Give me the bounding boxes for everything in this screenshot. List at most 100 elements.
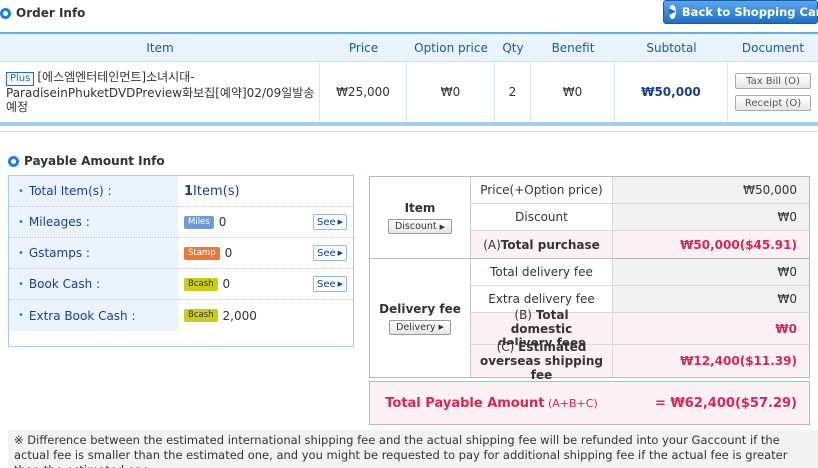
label-prefix: (A) <box>483 237 501 252</box>
label-prefix: (B) <box>514 307 536 322</box>
table-row: Plus [에스엠엔터테인먼트]소녀시대-ParadiseinPhuketDVDP… <box>0 62 818 126</box>
see-gstamps-button[interactable]: See ▶ <box>313 245 347 261</box>
plus-badge: Plus <box>6 72 35 86</box>
summary-row-overseas-shipping: (C) Estimated overseas shipping fee ₩12,… <box>471 340 809 382</box>
summary-value: ₩0 <box>613 204 809 230</box>
order-info-title-text: Order Info <box>16 6 86 20</box>
see-book-cash-button[interactable]: See ▶ <box>313 276 347 292</box>
document-cell: Tax Bill (O) Receipt (O) <box>728 62 818 122</box>
info-row-mileages: • Mileages : Miles 0 See ▶ <box>9 207 353 238</box>
summary-value: ₩0 <box>613 286 809 312</box>
info-label: Extra Book Cash : <box>28 308 136 323</box>
info-row-gstamps: • Gstamps : Stamp 0 See ▶ <box>9 238 353 269</box>
summary-value: ₩0 <box>613 259 809 285</box>
summary-value: ₩50,000 <box>613 177 809 203</box>
summary-label: (C) Estimated overseas shipping fee <box>471 340 613 382</box>
benefit-cell: ₩0 <box>531 62 615 122</box>
header-benefit: Benefit <box>551 40 595 55</box>
total-items-count: 1 <box>184 183 194 199</box>
summary-value: ₩0 <box>613 313 809 344</box>
info-label: Total Item(s) : <box>28 184 112 198</box>
receipt-button[interactable]: Receipt (O) <box>735 95 811 111</box>
payment-info-box: • Total Item(s) : 1 Item(s) • Mileages : M… <box>8 175 354 347</box>
subtotal-cell: ₩50,000 <box>615 62 728 122</box>
bullet-icon: • <box>18 278 24 290</box>
summary-row-total-purchase: (A) Total purchase ₩50,000($45.91) <box>471 231 809 258</box>
qty-cell: 2 <box>495 62 531 122</box>
delivery-button[interactable]: Delivery ▶ <box>389 319 451 335</box>
order-table: Item Price Option price Qty Benefit Subt… <box>0 32 818 126</box>
tax-bill-button[interactable]: Tax Bill (O) <box>735 73 811 89</box>
caret-right-icon: ▶ <box>337 280 344 288</box>
caret-right-icon: ▶ <box>438 323 444 331</box>
section-bullet-icon <box>8 155 19 167</box>
info-row-book-cash: • Book Cash : Bcash 0 See ▶ <box>9 269 353 300</box>
label-prefix: (C) <box>496 340 519 354</box>
info-row-extra-book-cash: • Extra Book Cash : Bcash 2,000 <box>9 300 353 331</box>
shipping-fee-note: ※ Difference between the estimated inter… <box>8 430 818 468</box>
summary-label: (A) Total purchase <box>471 231 613 258</box>
see-label: See <box>316 278 336 290</box>
mileages-value: 0 <box>218 215 227 229</box>
arrow-right-icon: ▶ <box>669 5 676 19</box>
header-qty: Qty <box>502 40 524 55</box>
summary-row-price: Price(+Option price) ₩50,000 <box>471 177 809 204</box>
see-label: See <box>316 216 336 228</box>
payment-summary: Item Discount ▶ Price(+Option price) ₩50,… <box>369 176 810 425</box>
order-info-title: Order Info <box>0 6 85 20</box>
summary-value: ₩50,000($45.91) <box>613 231 809 258</box>
bullet-icon: • <box>18 310 24 321</box>
delivery-group-label: Delivery fee <box>379 301 461 316</box>
caret-right-icon: ▶ <box>439 222 446 231</box>
delivery-button-label: Delivery <box>396 321 436 333</box>
header-subtotal: Subtotal <box>646 40 697 55</box>
section-bullet-icon <box>0 7 11 19</box>
delivery-group: Delivery fee Delivery ▶ Total delivery fe… <box>369 259 810 382</box>
stamp-badge: Stamp <box>184 246 220 260</box>
info-label: Book Cash : <box>28 277 101 291</box>
total-label-sub: (A+B+C) <box>544 396 598 410</box>
bcash-badge: Bcash <box>184 277 218 291</box>
payable-title: Payable Amount Info <box>8 154 165 168</box>
header-option-price: Option price <box>414 40 488 55</box>
price-cell: ₩25,000 <box>320 62 407 122</box>
header-price: Price <box>348 40 379 55</box>
item-name-link[interactable]: [에스엠엔터테인먼트]소녀시대-ParadiseinPhuketDVDPrevi… <box>6 70 314 114</box>
summary-value: ₩12,400($11.39) <box>613 345 809 377</box>
header-item: Item <box>146 40 174 55</box>
summary-row-discount: Discount ₩0 <box>471 204 809 231</box>
total-value: = ₩62,400($57.29) <box>655 395 797 411</box>
back-to-cart-label: Back to Shopping Cart <box>681 5 818 19</box>
extra-book-cash-value: 2,000 <box>222 308 257 323</box>
info-row-total-items: • Total Item(s) : 1 Item(s) <box>9 176 353 207</box>
item-group: Item Discount ▶ Price(+Option price) ₩50,… <box>369 176 810 259</box>
gstamps-value: 0 <box>224 246 233 260</box>
option-price-cell: ₩0 <box>407 62 495 122</box>
summary-label: Total delivery fee <box>471 259 613 285</box>
summary-label: Discount <box>471 204 613 230</box>
item-cell: Plus [에스엠엔터테인먼트]소녀시대-ParadiseinPhuketDVDP… <box>0 62 320 122</box>
back-to-cart-button[interactable]: ▶ Back to Shopping Cart <box>663 0 818 24</box>
summary-row-total-delivery: Total delivery fee ₩0 <box>471 259 809 286</box>
payable-title-text: Payable Amount Info <box>24 154 165 168</box>
miles-badge: Miles <box>184 215 214 229</box>
bcash-badge: Bcash <box>184 309 218 322</box>
discount-button-label: Discount <box>394 221 437 232</box>
bullet-icon: • <box>18 247 24 259</box>
total-label: Total Payable Amount <box>385 395 545 411</box>
see-mileages-button[interactable]: See ▶ <box>313 214 347 230</box>
total-payable-row: Total Payable Amount (A+B+C) = ₩62,400($… <box>369 381 810 425</box>
caret-right-icon: ▶ <box>337 218 344 226</box>
section-divider <box>0 131 818 132</box>
order-table-header: Item Price Option price Qty Benefit Subt… <box>0 34 818 62</box>
bullet-icon: • <box>18 216 24 228</box>
label-text: Total purchase <box>500 237 600 252</box>
bullet-icon: • <box>18 185 24 197</box>
discount-button[interactable]: Discount ▶ <box>387 219 453 234</box>
caret-right-icon: ▶ <box>337 249 344 257</box>
header-document: Document <box>741 40 805 55</box>
info-label: Mileages : <box>28 215 90 229</box>
info-label: Gstamps : <box>28 246 90 260</box>
total-items-unit: Item(s) <box>193 183 240 199</box>
item-group-label: Item <box>404 201 436 215</box>
